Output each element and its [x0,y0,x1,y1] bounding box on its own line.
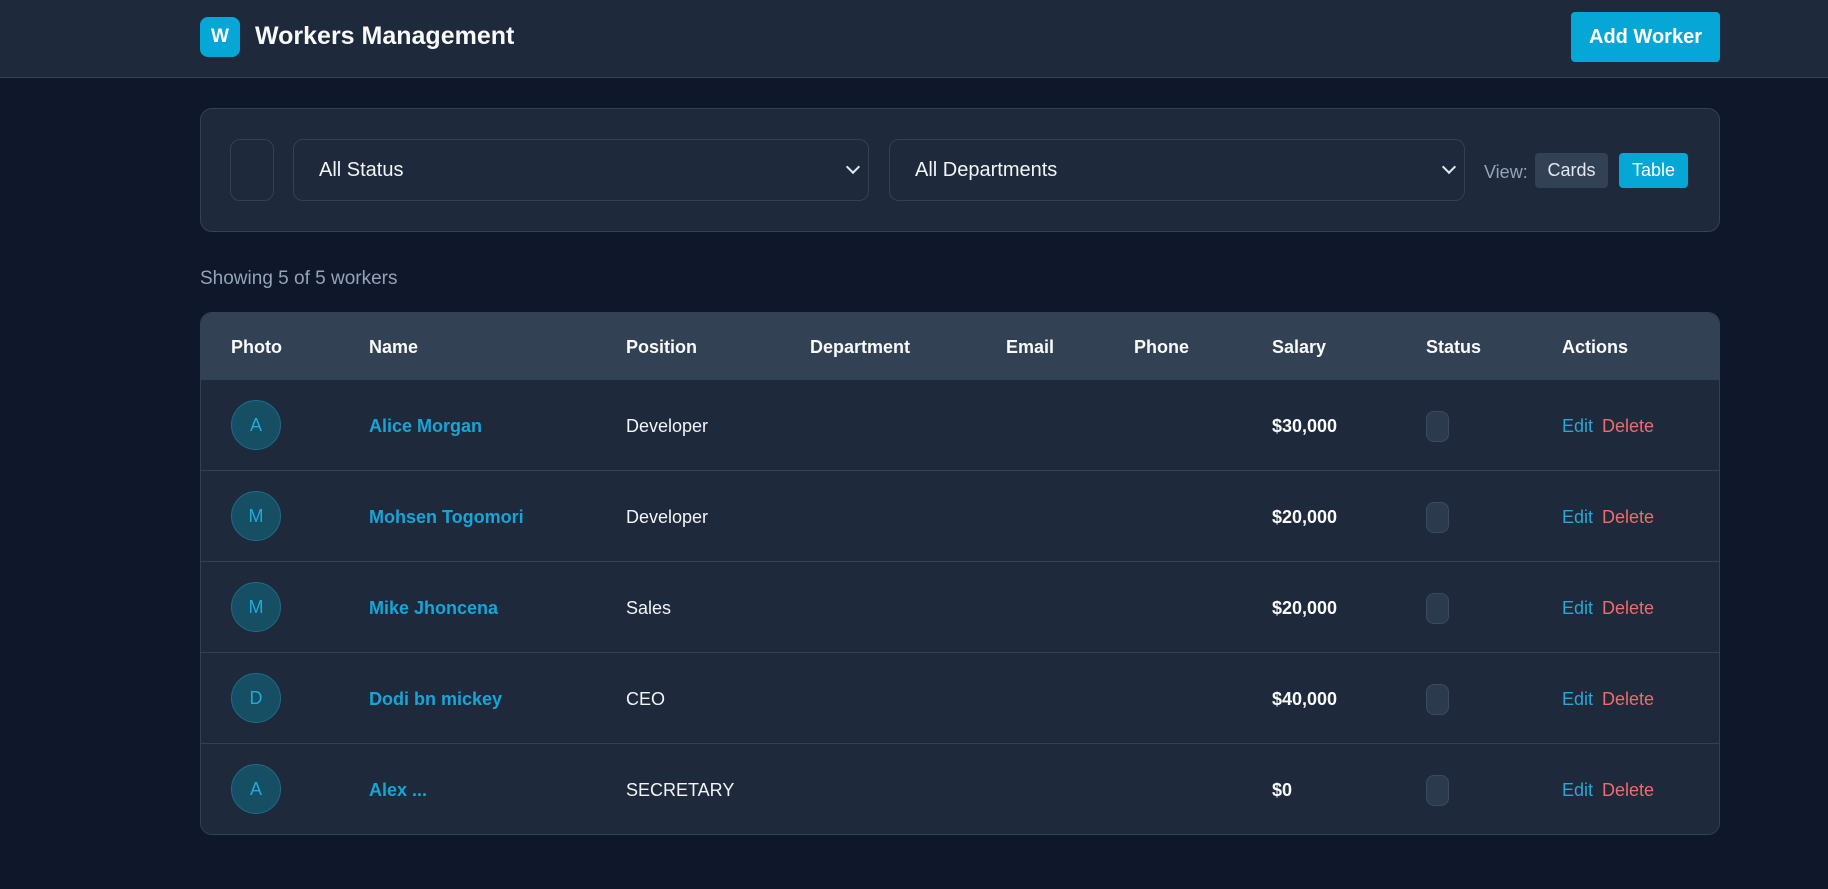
worker-salary: $30,000 [1272,416,1338,436]
edit-button[interactable]: Edit [1562,598,1593,619]
status-filter-select[interactable]: All Status [293,139,869,201]
workers-table: Photo Name Position Department Email Pho… [200,312,1720,835]
delete-button[interactable]: Delete [1602,598,1654,619]
status-toggle[interactable] [1426,684,1449,715]
app-logo: W [200,17,240,57]
view-label: View: [1484,162,1528,182]
edit-button[interactable]: Edit [1562,416,1593,437]
table-row: M Mohsen Togomori Developer $20,000 Edit… [201,470,1719,561]
department-filter-value: All Departments [915,158,1058,181]
worker-name-link[interactable]: Alice Morgan [369,416,482,437]
status-toggle[interactable] [1426,775,1449,806]
view-table-button[interactable]: Table [1619,153,1688,188]
worker-position: CEO [626,689,666,709]
edit-button[interactable]: Edit [1562,507,1593,528]
table-row: A Alice Morgan Developer $30,000 Edit De… [201,379,1719,470]
status-filter-value: All Status [319,158,404,181]
table-row: A Alex ... SECRETARY $0 Edit Delete [201,743,1719,834]
worker-position: Sales [626,598,672,618]
column-header-position: Position [626,337,697,357]
delete-button[interactable]: Delete [1602,780,1654,801]
column-header-name: Name [369,337,419,357]
results-count: Showing 5 of 5 workers [200,268,398,289]
delete-button[interactable]: Delete [1602,416,1654,437]
edit-button[interactable]: Edit [1562,780,1593,801]
top-header: W Workers Management Add Worker [0,0,1828,78]
column-header-status: Status [1426,337,1482,357]
worker-salary: $0 [1272,780,1293,800]
worker-position: Developer [626,507,709,527]
column-header-email: Email [1006,337,1055,357]
worker-name-link[interactable]: Mohsen Togomori [369,507,524,528]
add-worker-button[interactable]: Add Worker [1571,12,1720,62]
worker-name-link[interactable]: Alex ... [369,780,427,801]
status-toggle[interactable] [1426,593,1449,624]
worker-name-link[interactable]: Mike Jhoncena [369,598,498,619]
column-header-salary: Salary [1272,337,1327,357]
column-header-department: Department [810,337,911,357]
column-header-phone: Phone [1134,337,1190,357]
view-cards-button[interactable]: Cards [1535,153,1608,188]
table-row: D Dodi bn mickey CEO $40,000 Edit Delete [201,652,1719,743]
avatar: A [231,400,281,450]
department-filter-select[interactable]: All Departments [889,139,1465,201]
avatar: M [231,582,281,632]
worker-salary: $20,000 [1272,507,1338,527]
avatar: A [231,764,281,814]
column-header-photo: Photo [231,337,282,357]
page-title: Workers Management [255,22,515,50]
status-toggle[interactable] [1426,502,1449,533]
chevron-down-icon [845,159,861,175]
worker-name-link[interactable]: Dodi bn mickey [369,689,502,710]
worker-salary: $20,000 [1272,598,1338,618]
avatar: M [231,491,281,541]
edit-button[interactable]: Edit [1562,689,1593,710]
column-header-actions: Actions [1562,337,1629,357]
search-input[interactable] [230,139,274,201]
worker-position: SECRETARY [626,780,735,800]
avatar: D [231,673,281,723]
status-toggle[interactable] [1426,411,1449,442]
chevron-down-icon [1441,159,1457,175]
delete-button[interactable]: Delete [1602,507,1654,528]
table-header: Photo Name Position Department Email Pho… [201,313,1719,379]
table-row: M Mike Jhoncena Sales $20,000 Edit Delet… [201,561,1719,652]
delete-button[interactable]: Delete [1602,689,1654,710]
worker-salary: $40,000 [1272,689,1338,709]
worker-position: Developer [626,416,709,436]
